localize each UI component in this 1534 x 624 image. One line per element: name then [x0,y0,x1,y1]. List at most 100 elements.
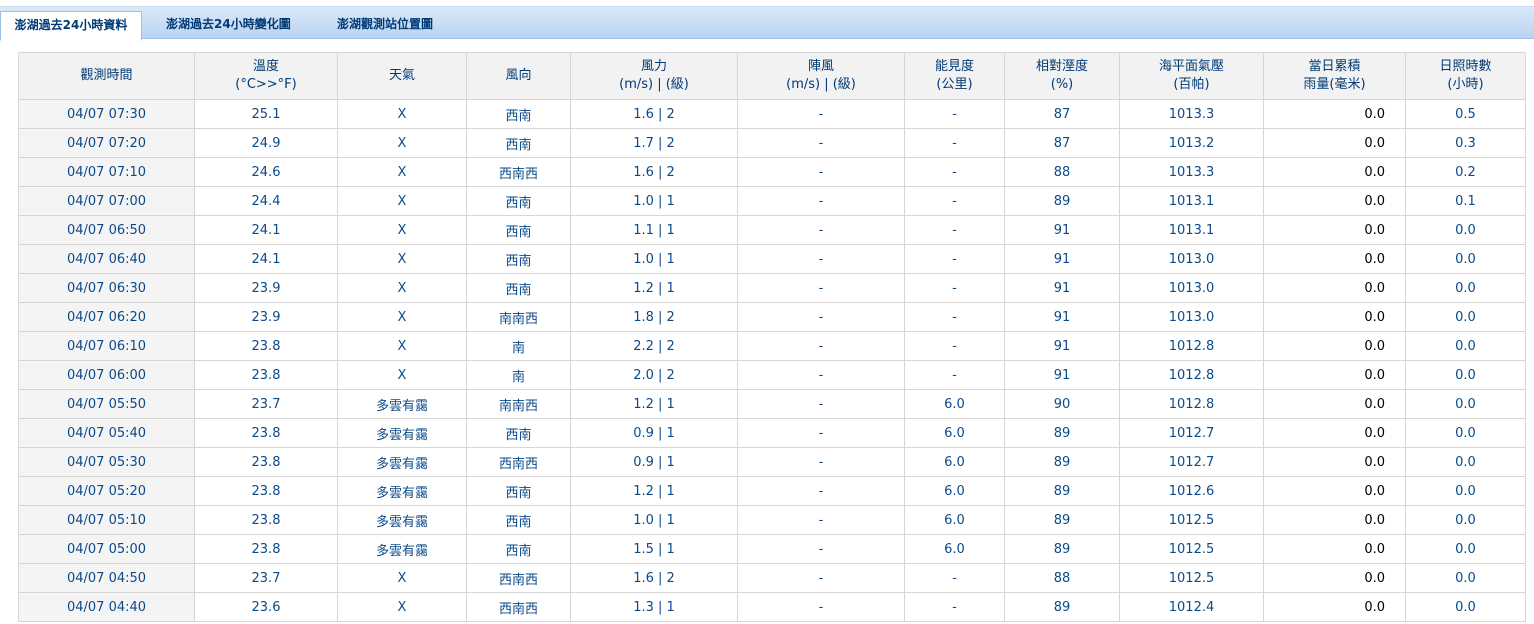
cell-time: 04/07 07:00 [18,186,195,216]
cell-temperature: 23.8 [194,534,338,564]
cell-sunshine: 0.2 [1405,157,1526,187]
cell-visibility: 6.0 [904,476,1005,506]
cell-weather: X [337,360,467,390]
cell-visibility: 6.0 [904,418,1005,448]
cell-sunshine: 0.0 [1405,418,1526,448]
cell-wind-force: 1.2 | 1 [570,273,738,303]
cell-visibility: - [904,302,1005,332]
cell-wind-force: 1.7 | 2 [570,128,738,158]
cell-rainfall: 0.0 [1263,99,1406,129]
cell-gust: - [737,99,905,129]
table-row: 04/07 05:20 23.8 多雲有靄 西南 1.2 | 1-6.0 89 1012.6… [18,476,1526,506]
cell-temperature: 23.7 [194,563,338,593]
cell-visibility: 6.0 [904,534,1005,564]
cell-sunshine: 0.1 [1405,186,1526,216]
table-row: 04/07 05:00 23.8 多雲有靄 西南 1.5 | 1-6.0 89 1012.5… [18,534,1526,564]
cell-wind-force: 1.0 | 1 [570,505,738,535]
cell-wind-force: 1.5 | 1 [570,534,738,564]
cell-rainfall: 0.0 [1263,476,1406,506]
header-unit: (%) [1050,77,1074,92]
header-sunshine-hours: 日照時數 (小時) [1405,52,1526,100]
tab-past-24h-data[interactable]: 澎湖過去24小時資料 [0,11,142,41]
cell-wind-direction: 西南 [466,505,571,535]
cell-time: 04/07 07:30 [18,99,195,129]
cell-time: 04/07 07:10 [18,157,195,187]
cell-time: 04/07 06:00 [18,360,195,390]
cell-weather: X [337,302,467,332]
header-unit: (m/s) | (級) [786,77,856,92]
cell-temperature: 23.8 [194,418,338,448]
cell-time: 04/07 05:50 [18,389,195,419]
cell-visibility: 6.0 [904,389,1005,419]
cell-sunshine: 0.0 [1405,215,1526,245]
cell-wind-direction: 西南 [466,418,571,448]
cell-gust: - [737,186,905,216]
cell-sunshine: 0.0 [1405,360,1526,390]
header-temperature[interactable]: 溫度 (°C>>°F) [194,52,338,100]
table-row: 04/07 06:30 23.9 X 西南 1.2 | 1- -91 1013.0 0.0 0.… [18,273,1526,303]
cell-pressure: 1012.5 [1119,534,1264,564]
cell-temperature: 23.9 [194,302,338,332]
cell-time: 04/07 07:20 [18,128,195,158]
cell-pressure: 1012.8 [1119,389,1264,419]
cell-humidity: 91 [1004,244,1120,274]
header-label: 溫度 [252,59,279,74]
header-observation-time: 觀測時間 [18,52,195,100]
cell-sunshine: 0.0 [1405,476,1526,506]
cell-wind-force: 0.9 | 1 [570,447,738,477]
cell-rainfall: 0.0 [1263,505,1406,535]
cell-rainfall: 0.0 [1263,418,1406,448]
cell-wind-force: 1.0 | 1 [570,186,738,216]
table-row: 04/07 06:20 23.9 X 南南西 1.8 | 2- -91 1013.0 0.0 0… [18,302,1526,332]
cell-visibility: - [904,186,1005,216]
header-weather: 天氣 [337,52,467,100]
cell-weather: X [337,273,467,303]
cell-rainfall: 0.0 [1263,389,1406,419]
table-body: 04/07 07:30 25.1 X 西南 1.6 | 2- -87 1013.3 0.0 0.… [18,99,1526,622]
cell-gust: - [737,476,905,506]
cell-pressure: 1012.6 [1119,476,1264,506]
cell-gust: - [737,331,905,361]
cell-humidity: 89 [1004,534,1120,564]
cell-pressure: 1013.3 [1119,157,1264,187]
table-row: 04/07 07:20 24.9 X 西南 1.7 | 2- -87 1013.2 0.0 0.… [18,128,1526,158]
cell-pressure: 1012.7 [1119,447,1264,477]
tab-station-location-map[interactable]: 澎湖觀測站位置圖 [337,11,433,38]
cell-weather: 多雲有靄 [337,476,467,506]
cell-visibility: 6.0 [904,505,1005,535]
cell-weather: 多雲有靄 [337,505,467,535]
cell-temperature: 23.6 [194,592,338,622]
cell-temperature: 25.1 [194,99,338,129]
cell-gust: - [737,302,905,332]
cell-pressure: 1013.2 [1119,128,1264,158]
cell-temperature: 24.1 [194,244,338,274]
cell-wind-force: 2.0 | 2 [570,360,738,390]
cell-wind-direction: 西南 [466,534,571,564]
cell-visibility: 6.0 [904,447,1005,477]
cell-wind-force: 1.2 | 1 [570,389,738,419]
header-unit: (°C>>°F) [235,77,297,92]
cell-gust: - [737,389,905,419]
cell-humidity: 91 [1004,302,1120,332]
cell-visibility: - [904,563,1005,593]
cell-humidity: 89 [1004,447,1120,477]
cell-sunshine: 0.0 [1405,505,1526,535]
cell-rainfall: 0.0 [1263,244,1406,274]
tab-past-24h-chart[interactable]: 澎湖過去24小時變化圖 [166,11,291,38]
cell-pressure: 1012.8 [1119,360,1264,390]
cell-pressure: 1012.5 [1119,505,1264,535]
cell-sunshine: 0.0 [1405,447,1526,477]
cell-temperature: 24.4 [194,186,338,216]
table-row: 04/07 05:50 23.7 多雲有靄 南南西 1.2 | 1-6.0 90 1012.… [18,389,1526,419]
table-row: 04/07 07:30 25.1 X 西南 1.6 | 2- -87 1013.3 0.0 0.… [18,99,1526,129]
cell-pressure: 1013.1 [1119,215,1264,245]
cell-humidity: 87 [1004,128,1120,158]
cell-rainfall: 0.0 [1263,273,1406,303]
cell-gust: - [737,447,905,477]
cell-weather: X [337,157,467,187]
cell-humidity: 89 [1004,418,1120,448]
cell-time: 04/07 05:10 [18,505,195,535]
cell-temperature: 23.8 [194,331,338,361]
header-label: 日照時數 [1439,59,1492,74]
cell-gust: - [737,128,905,158]
